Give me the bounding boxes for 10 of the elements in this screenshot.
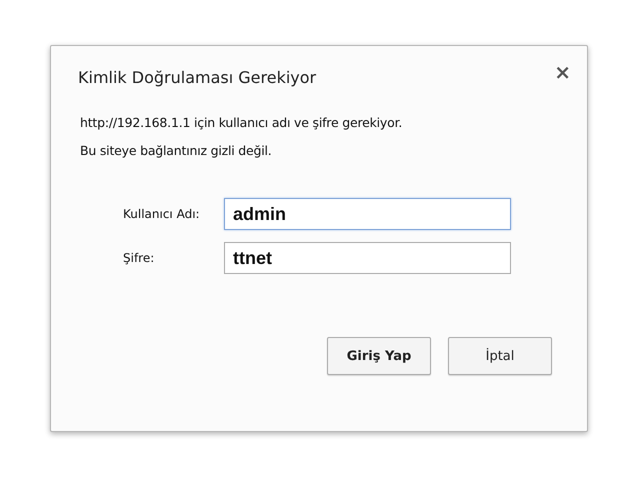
field-label: Kullanıcı Adı: — [123, 207, 201, 221]
dialog-button[interactable]: Giriş Yap — [327, 337, 431, 375]
dialog-title: Kimlik Doğrulaması Gerekiyor — [78, 68, 316, 87]
message-text: Bu siteye bağlantınız gizli değil. — [80, 143, 273, 158]
field-label: Şifre: — [123, 251, 156, 265]
message-text: http://192.168.1.1 için kullanıcı adı ve şifre gerekiyor. — [80, 115, 404, 130]
input-field[interactable]: ttnet — [224, 242, 511, 274]
input-field[interactable]: admin — [224, 198, 511, 230]
dialog-button[interactable]: İptal — [448, 337, 552, 375]
close-button[interactable]: × — [552, 62, 573, 82]
